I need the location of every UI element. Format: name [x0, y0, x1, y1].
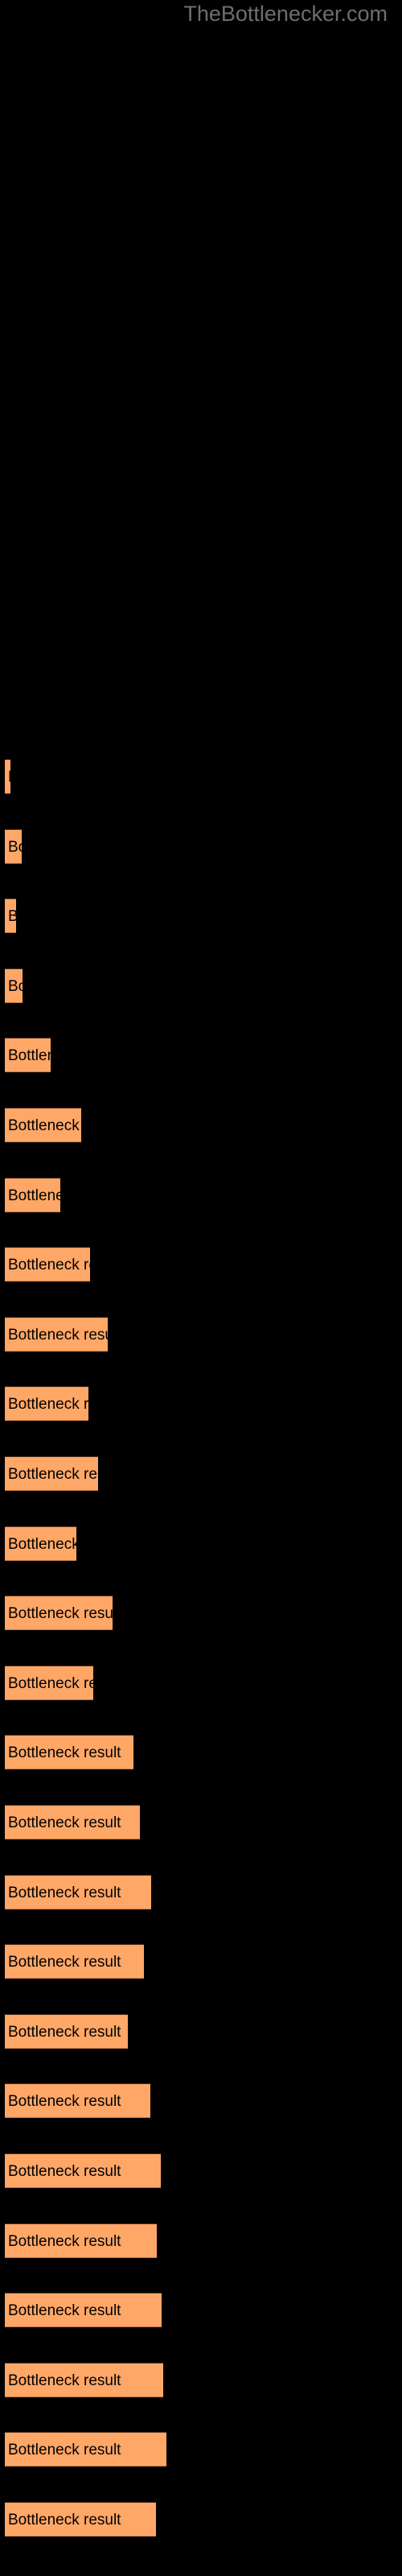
bar-label: Bottleneck result	[8, 1326, 108, 1344]
bar-label: Bottleneck result	[8, 1187, 60, 1204]
bar[interactable]: Bottleneck result	[5, 759, 10, 794]
bar-row: Bottleneck result	[5, 759, 10, 794]
bar-row: Bottleneck result	[5, 828, 22, 864]
bar-label: Bottleneck result	[8, 838, 22, 856]
bar-row: Bottleneck result	[5, 1665, 93, 1700]
bar[interactable]: Bottleneck result	[5, 1316, 108, 1352]
bar-row: Bottleneck result	[5, 2013, 128, 2049]
bar-label: Bottleneck result	[8, 1466, 98, 1483]
bar-label: Bottleneck result	[8, 2372, 121, 2389]
bar-row: Bottleneck result	[5, 1247, 90, 1282]
bottleneck-bar-chart: Bottleneck result Bottleneck result Bottle…	[0, 0, 402, 2576]
bar-label: Bottleneck result	[8, 1047, 51, 1065]
bar[interactable]: Bottleneck result	[5, 1386, 88, 1422]
bar-row: Bottleneck result	[5, 1316, 108, 1352]
bar-row: Bottleneck result	[5, 1874, 151, 1909]
bar-label: Bottleneck result	[8, 977, 23, 995]
bar[interactable]: Bottleneck result	[5, 1944, 144, 1979]
bar-label: Bottleneck result	[8, 2093, 121, 2111]
bar-row: Bottleneck result	[5, 1108, 81, 1142]
bar-label: Bottleneck result	[8, 1396, 88, 1414]
bar[interactable]: Bottleneck result	[5, 1247, 90, 1282]
bar-row: Bottleneck result	[5, 2502, 156, 2537]
bar-row: Bottleneck result	[5, 2223, 157, 2258]
bar-label: Bottleneck result	[8, 2302, 121, 2320]
bar[interactable]: Bottleneck result	[5, 828, 22, 864]
bar[interactable]: Bottleneck result	[5, 1874, 151, 1909]
bar-label: Bottleneck result	[8, 1257, 90, 1274]
bar[interactable]: Bottleneck result	[5, 1038, 51, 1073]
bar[interactable]: Bottleneck result	[5, 2153, 161, 2188]
bar-row: Bottleneck result	[5, 1386, 88, 1422]
bar[interactable]: Bottleneck result	[5, 1108, 81, 1142]
bar-row: Bottleneck result	[5, 898, 16, 934]
bar-label: Bottleneck result	[8, 1117, 81, 1134]
bar-row: Bottleneck result	[5, 1456, 98, 1491]
bar[interactable]: Bottleneck result	[5, 968, 23, 1003]
bar-label: Bottleneck result	[8, 2163, 121, 2180]
bar-row: Bottleneck result	[5, 1805, 140, 1839]
bar-row: Bottleneck result	[5, 2362, 163, 2397]
bar-row: Bottleneck result	[5, 2293, 162, 2328]
bar[interactable]: Bottleneck result	[5, 1177, 60, 1212]
bar-label: Bottleneck result	[8, 2442, 121, 2459]
bar-row: Bottleneck result	[5, 1038, 51, 1073]
bar[interactable]: Bottleneck result	[5, 898, 16, 934]
bar[interactable]: Bottleneck result	[5, 2502, 156, 2537]
bar[interactable]: Bottleneck result	[5, 1805, 140, 1839]
bar-label: Bottleneck result	[8, 2512, 121, 2529]
bar-row: Bottleneck result	[5, 1177, 60, 1212]
bar-label: Bottleneck result	[8, 2023, 121, 2041]
bar-row: Bottleneck result	[5, 2083, 150, 2119]
bar[interactable]: Bottleneck result	[5, 2013, 128, 2049]
bar-row: Bottleneck result	[5, 1525, 76, 1561]
bar-row: Bottleneck result	[5, 2153, 161, 2188]
bar-label: Bottleneck result	[8, 1535, 76, 1553]
bar-row: Bottleneck result	[5, 2432, 166, 2467]
bar-row: Bottleneck result	[5, 1944, 144, 1979]
bar-label: Bottleneck result	[8, 2232, 121, 2250]
bar[interactable]: Bottleneck result	[5, 1665, 93, 1700]
bar[interactable]: Bottleneck result	[5, 2083, 150, 2119]
bar-label: Bottleneck result	[8, 1674, 93, 1692]
bar[interactable]: Bottleneck result	[5, 2293, 162, 2328]
bar[interactable]: Bottleneck result	[5, 1525, 76, 1561]
bar[interactable]: Bottleneck result	[5, 2223, 157, 2258]
bar-label: Bottleneck result	[8, 1884, 121, 1901]
bar-row: Bottleneck result	[5, 1596, 113, 1631]
bar-label: Bottleneck result	[8, 1954, 121, 1971]
bar-row: Bottleneck result	[5, 1735, 133, 1770]
bar-label: Bottleneck result	[8, 1744, 121, 1762]
bar-label: Bottleneck result	[8, 760, 10, 793]
bar[interactable]: Bottleneck result	[5, 1735, 133, 1770]
bar[interactable]: Bottleneck result	[5, 2362, 163, 2397]
bar-label: Bottleneck result	[8, 899, 16, 932]
bar[interactable]: Bottleneck result	[5, 1596, 113, 1631]
bar-label: Bottleneck result	[8, 1605, 113, 1623]
bar[interactable]: Bottleneck result	[5, 2432, 166, 2467]
bar[interactable]: Bottleneck result	[5, 1456, 98, 1491]
bar-row: Bottleneck result	[5, 968, 23, 1003]
bar-label: Bottleneck result	[8, 1814, 121, 1831]
